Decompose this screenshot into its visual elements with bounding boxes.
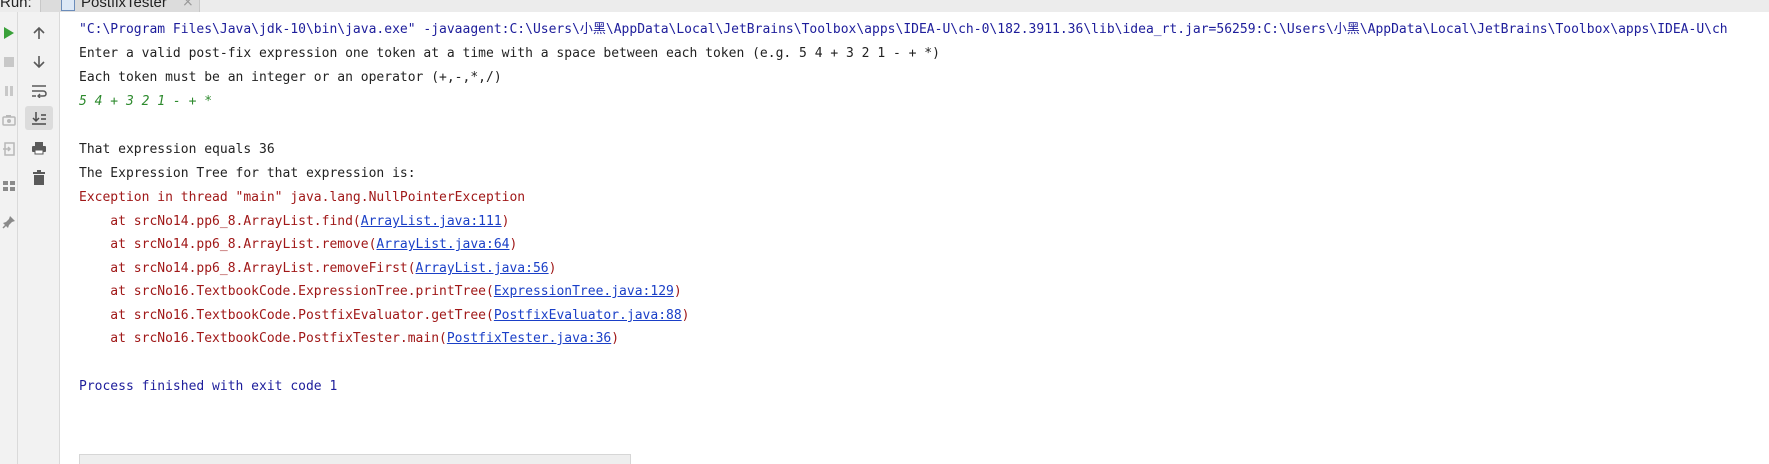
stack-frame: at srcNo14.pp6_8.ArrayList.removeFirst(A… [79,260,556,278]
play-icon [4,27,14,39]
tree-heading-line: The Expression Tree for that expression … [79,166,416,181]
pause-button[interactable] [0,79,18,103]
exception-line: Exception in thread "main" java.lang.Nul… [79,190,526,205]
stack-frame-method: at srcNo16.TextbookCode.PostfixTester.ma… [79,331,447,346]
console-output[interactable]: "C:\Program Files\Java\jdk-10\bin\java.e… [79,18,1769,438]
stack-frame-method: at srcNo14.pp6_8.ArrayList.find( [79,214,361,229]
horizontal-scrollbar[interactable] [79,454,631,464]
result-line: That expression equals 36 [79,142,275,157]
process-finished-line: Process finished with exit code 1 [79,379,338,394]
stack-frame-method: at srcNo16.TextbookCode.ExpressionTree.p… [79,284,494,299]
stack-frame-close: ) [548,261,557,276]
stack-frame: at srcNo16.TextbookCode.PostfixTester.ma… [79,330,619,348]
user-input-line: 5 4 + 3 2 1 - + * [79,94,213,109]
source-link[interactable]: PostfixEvaluator.java:88 [494,308,682,323]
print-button[interactable] [25,136,53,160]
stack-frame-method: at srcNo16.TextbookCode.PostfixEvaluator… [79,308,494,323]
scroll-to-end-icon [32,112,46,125]
run-tool-window-header: Run: PostfixTester × [0,0,1769,12]
exit-icon [3,142,15,156]
arrow-up-icon [33,26,45,39]
stack-frame: at srcNo16.TextbookCode.ExpressionTree.p… [79,283,682,301]
run-actions-bar [0,12,18,464]
prompt-line: Enter a valid post-fix expression one to… [79,46,940,61]
stack-frame-method: at srcNo14.pp6_8.ArrayList.remove( [79,237,377,252]
source-link[interactable]: ExpressionTree.java:129 [494,284,674,299]
clear-all-button[interactable] [25,165,53,189]
stop-icon [4,57,14,67]
console-toolbar [18,12,60,464]
soft-wrap-icon [32,85,47,98]
arrow-down-icon [33,56,45,69]
exit-button[interactable] [0,137,18,161]
source-link[interactable]: ArrayList.java:64 [376,237,509,252]
scroll-to-end-button[interactable] [25,106,53,130]
restore-layout-button[interactable] [0,174,18,198]
stack-frame: at srcNo14.pp6_8.ArrayList.find(ArrayLis… [79,213,509,231]
printer-icon [32,142,46,155]
pause-icon [5,86,13,96]
pin-icon [2,216,15,229]
down-button[interactable] [25,50,53,74]
stack-frame-close: ) [501,214,510,229]
rerun-button[interactable] [0,21,18,45]
stack-frame-close: ) [509,237,518,252]
layout-icon [3,181,15,191]
stack-frame-close: ) [681,308,690,323]
stack-frame-close: ) [673,284,682,299]
dump-threads-button[interactable] [0,108,18,132]
soft-wrap-button[interactable] [25,79,53,103]
source-link[interactable]: ArrayList.java:56 [416,261,549,276]
stop-button[interactable] [0,50,18,74]
pin-tab-button[interactable] [0,210,18,234]
command-line: "C:\Program Files\Java\jdk-10\bin\java.e… [79,22,1728,37]
prompt-line: Each token must be an integer or an oper… [79,70,502,85]
stack-frame: at srcNo14.pp6_8.ArrayList.remove(ArrayL… [79,236,517,254]
stack-frame-method: at srcNo14.pp6_8.ArrayList.removeFirst( [79,261,416,276]
trash-icon [33,169,45,185]
camera-icon [2,115,16,126]
tab-postfixtester[interactable]: PostfixTester × [40,0,200,12]
run-label: Run: [0,0,32,11]
tab-title: PostfixTester [81,0,167,11]
source-link[interactable]: PostfixTester.java:36 [447,331,611,346]
up-button[interactable] [25,21,53,45]
source-link[interactable]: ArrayList.java:111 [361,214,502,229]
close-icon[interactable]: × [182,0,194,10]
stack-frame-close: ) [611,331,620,346]
run-config-icon [61,0,75,11]
stack-frame: at srcNo16.TextbookCode.PostfixEvaluator… [79,307,690,325]
